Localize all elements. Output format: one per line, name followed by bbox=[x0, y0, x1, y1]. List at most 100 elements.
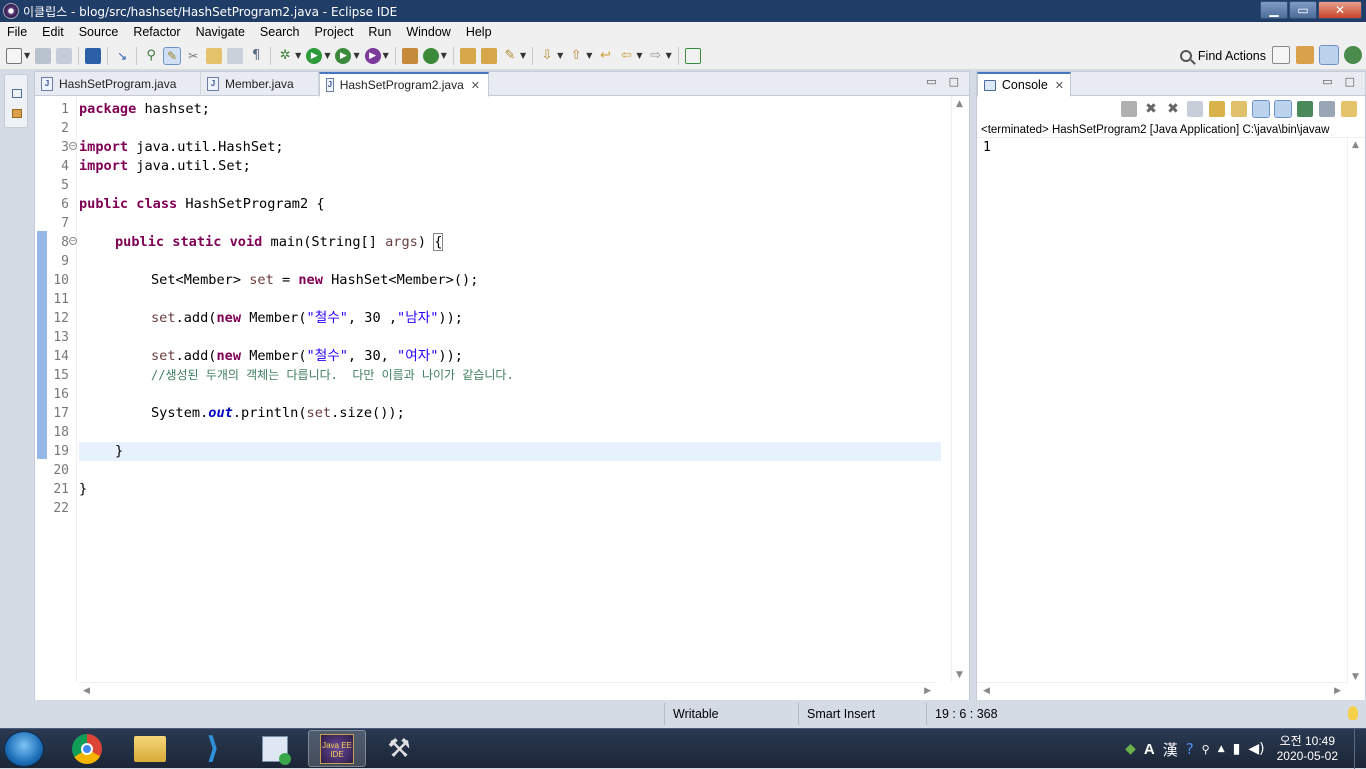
ime-mode-icon[interactable]: A bbox=[1144, 741, 1155, 758]
debug-perspective-icon[interactable] bbox=[1344, 46, 1362, 64]
package-explorer-icon[interactable] bbox=[12, 109, 22, 118]
debug-icon[interactable]: ✲ bbox=[277, 48, 293, 64]
tab-hashsetprogram2[interactable]: J HashSetProgram2.java ✕ bbox=[319, 72, 489, 97]
forward-icon[interactable]: ⇨ bbox=[648, 48, 664, 64]
show-stdout-icon[interactable] bbox=[1252, 100, 1270, 118]
back-dropdown-icon[interactable]: ▼ bbox=[636, 51, 642, 60]
menu-refactor[interactable]: Refactor bbox=[126, 25, 188, 39]
terminal-icon[interactable] bbox=[85, 47, 102, 64]
back-icon[interactable]: ⇦ bbox=[618, 48, 634, 64]
close-tab-icon[interactable]: ✕ bbox=[471, 79, 480, 92]
console-horizontal-scrollbar[interactable]: ◀ ▶ bbox=[977, 682, 1347, 700]
scroll-up-icon[interactable]: ▲ bbox=[956, 99, 963, 109]
mark-occurrences-icon[interactable]: ✎ bbox=[163, 46, 182, 65]
forward-dropdown-icon[interactable]: ▼ bbox=[666, 51, 672, 60]
minimize-editor-icon[interactable]: ▭ bbox=[926, 75, 936, 88]
terminate-icon[interactable] bbox=[1121, 101, 1137, 117]
run-dropdown-icon[interactable]: ▼ bbox=[324, 51, 330, 60]
volume-icon[interactable]: ◀) bbox=[1248, 741, 1264, 757]
menu-run[interactable]: Run bbox=[361, 25, 399, 39]
vscode-taskbar-button[interactable]: ⟩ bbox=[184, 730, 242, 767]
tip-lightbulb-icon[interactable] bbox=[1348, 706, 1358, 720]
new-class-dropdown-icon[interactable]: ▼ bbox=[441, 51, 447, 60]
show-desktop-button[interactable] bbox=[1354, 729, 1366, 769]
open-task-icon[interactable] bbox=[480, 47, 497, 64]
find-actions[interactable]: Find Actions bbox=[1179, 46, 1266, 66]
word-wrap-icon[interactable] bbox=[1231, 101, 1247, 117]
debug-dropdown-icon[interactable]: ▼ bbox=[295, 51, 301, 60]
maximize-button[interactable]: ▭ bbox=[1289, 1, 1317, 19]
next-annotation-icon[interactable]: ⇩ bbox=[539, 48, 555, 64]
menu-file[interactable]: File bbox=[0, 25, 35, 39]
remove-all-icon[interactable]: ✖ bbox=[1165, 101, 1181, 117]
last-edit-icon[interactable]: ↩ bbox=[597, 48, 613, 64]
new-dropdown-icon[interactable]: ▼ bbox=[24, 51, 30, 60]
annotation-icon[interactable] bbox=[206, 47, 223, 64]
open-type-icon[interactable] bbox=[459, 47, 476, 64]
clear-console-icon[interactable] bbox=[1187, 101, 1203, 117]
media-taskbar-button[interactable] bbox=[246, 730, 304, 767]
scroll-right-icon[interactable]: ▶ bbox=[1334, 686, 1341, 696]
editor-vertical-scrollbar[interactable]: ▲ ▼ bbox=[951, 96, 969, 682]
skip-breakpoints-icon[interactable]: ↘ bbox=[114, 48, 130, 64]
close-button[interactable]: ✕ bbox=[1318, 1, 1362, 19]
new-icon[interactable] bbox=[6, 47, 22, 64]
fold-toggle-icon[interactable]: − bbox=[69, 237, 77, 245]
explorer-taskbar-button[interactable] bbox=[121, 730, 179, 767]
open-perspective-icon[interactable] bbox=[1272, 46, 1290, 64]
whitespace-icon[interactable] bbox=[227, 47, 244, 64]
block-selection-icon[interactable]: ✂ bbox=[185, 48, 201, 64]
language-bar-icon[interactable]: ◆ bbox=[1125, 741, 1136, 757]
network-icon[interactable]: ▮ bbox=[1233, 741, 1241, 757]
java-perspective-icon[interactable] bbox=[1319, 45, 1339, 65]
maximize-editor-icon[interactable]: □ bbox=[949, 75, 959, 88]
eclipse-taskbar-button[interactable]: Java EE IDE bbox=[308, 730, 366, 767]
open-console-icon[interactable] bbox=[1341, 101, 1357, 117]
editor-horizontal-scrollbar[interactable]: ◀ ▶ bbox=[79, 682, 935, 700]
hanja-icon[interactable]: 漢 bbox=[1163, 739, 1178, 760]
prev-annotation-dropdown-icon[interactable]: ▼ bbox=[586, 51, 592, 60]
console-vertical-scrollbar[interactable]: ▲ ▼ bbox=[1347, 136, 1365, 684]
help-icon[interactable]: ? bbox=[1186, 740, 1194, 758]
menu-navigate[interactable]: Navigate bbox=[189, 25, 253, 39]
menu-help[interactable]: Help bbox=[459, 25, 500, 39]
save-all-icon[interactable] bbox=[56, 47, 73, 64]
scroll-right-icon[interactable]: ▶ bbox=[924, 686, 931, 696]
external-tools-icon[interactable]: ▶ bbox=[364, 47, 381, 64]
minimize-button[interactable]: ▁ bbox=[1260, 1, 1288, 19]
menu-source[interactable]: Source bbox=[72, 25, 127, 39]
close-console-icon[interactable]: ✕ bbox=[1055, 79, 1064, 92]
search-tool-icon[interactable]: ✎ bbox=[502, 48, 518, 64]
maximize-console-icon[interactable]: □ bbox=[1345, 75, 1355, 88]
scroll-left-icon[interactable]: ◀ bbox=[83, 686, 90, 696]
scroll-left-icon[interactable]: ◀ bbox=[983, 686, 990, 696]
restore-icon[interactable] bbox=[12, 89, 22, 98]
coverage-icon[interactable]: ▶ bbox=[335, 47, 352, 64]
display-console-icon[interactable] bbox=[1319, 101, 1335, 117]
prev-annotation-icon[interactable]: ⇧ bbox=[568, 48, 584, 64]
ime-options-icon[interactable]: ⚲ bbox=[1202, 743, 1210, 756]
coverage-dropdown-icon[interactable]: ▼ bbox=[353, 51, 359, 60]
search-dropdown-icon[interactable]: ▼ bbox=[520, 51, 526, 60]
scroll-down-icon[interactable]: ▼ bbox=[1352, 672, 1359, 682]
minimize-console-icon[interactable]: ▭ bbox=[1322, 75, 1332, 88]
tab-hashsetprogram[interactable]: J HashSetProgram.java bbox=[35, 72, 201, 96]
scroll-down-icon[interactable]: ▼ bbox=[956, 670, 963, 680]
remove-launch-icon[interactable]: ✖ bbox=[1143, 101, 1159, 117]
show-whitespace-icon[interactable]: ¶ bbox=[248, 48, 264, 64]
start-button[interactable] bbox=[4, 731, 44, 767]
tab-member[interactable]: J Member.java bbox=[201, 72, 319, 96]
scroll-up-icon[interactable]: ▲ bbox=[1352, 140, 1359, 150]
save-icon[interactable] bbox=[35, 47, 52, 64]
java-ee-perspective-icon[interactable] bbox=[1296, 46, 1314, 64]
menu-search[interactable]: Search bbox=[253, 25, 308, 39]
run-icon[interactable]: ▶ bbox=[306, 47, 323, 64]
new-package-icon[interactable] bbox=[401, 47, 418, 64]
tools-taskbar-button[interactable]: ⚒ bbox=[370, 730, 428, 767]
external-tools-dropdown-icon[interactable]: ▼ bbox=[383, 51, 389, 60]
hierarchy-icon[interactable]: ⚲ bbox=[143, 48, 159, 64]
code-text[interactable]: package hashset; import java.util.HashSe… bbox=[79, 96, 941, 682]
scroll-lock-icon[interactable] bbox=[1209, 101, 1225, 117]
menu-project[interactable]: Project bbox=[308, 25, 362, 39]
new-class-icon[interactable] bbox=[422, 47, 439, 64]
